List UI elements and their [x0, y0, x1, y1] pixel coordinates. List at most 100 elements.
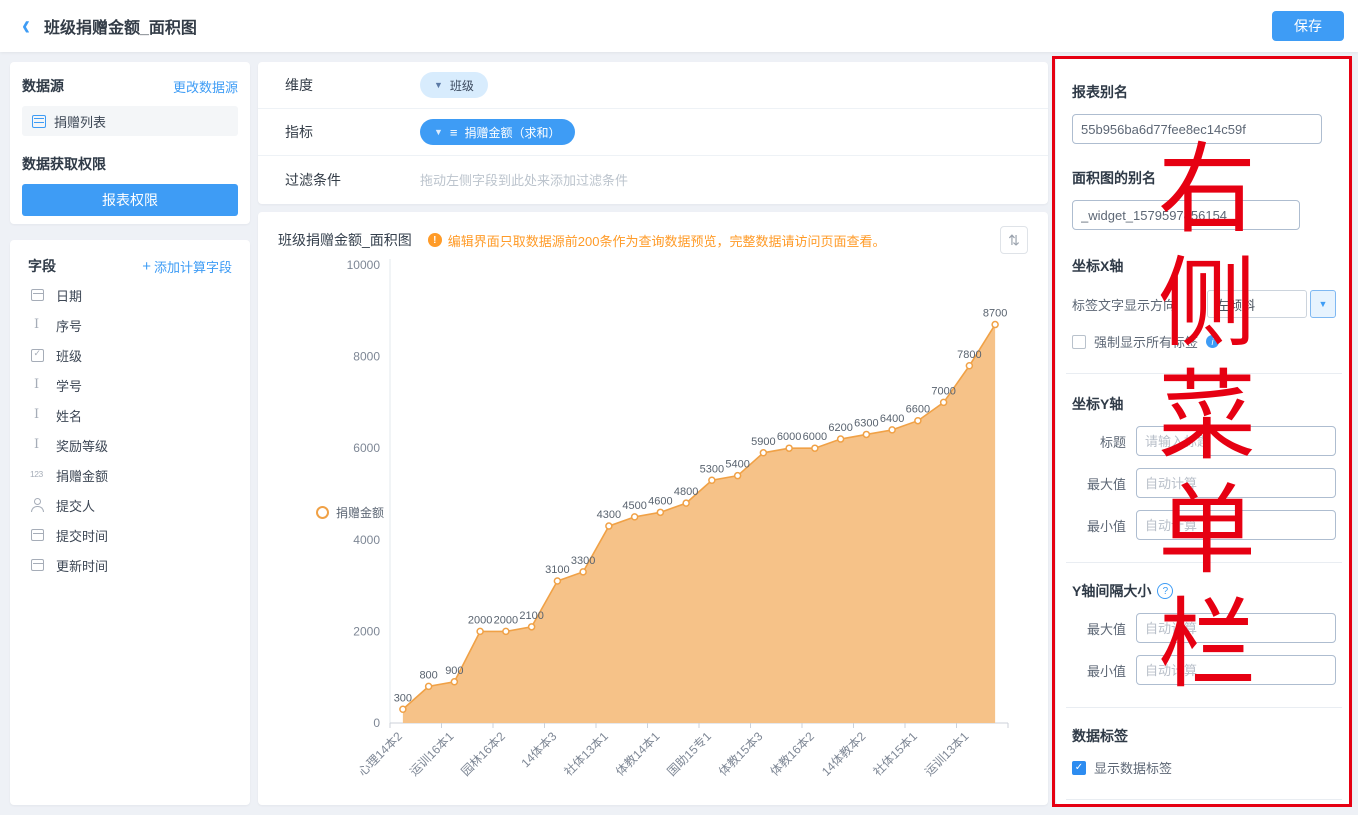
divider: [1066, 373, 1342, 374]
field-item[interactable]: 更新时间: [22, 550, 238, 580]
y-title-label: 标题: [1072, 432, 1126, 451]
field-item[interactable]: 捐赠金额: [22, 460, 238, 490]
x-label-direction-value[interactable]: 左倾斜: [1207, 290, 1307, 318]
interval-min-label: 最小值: [1072, 661, 1126, 680]
field-label: 提交人: [56, 496, 95, 515]
show-data-labels-row: ✓ 显示数据标签: [1072, 758, 1336, 777]
y-max-input[interactable]: [1136, 468, 1336, 498]
svg-text:运训13本1: 运训13本1: [922, 729, 972, 779]
divider: [1066, 799, 1342, 800]
field-item[interactable]: 序号: [22, 310, 238, 340]
y-axis-section-title: 坐标Y轴: [1072, 394, 1336, 414]
add-calc-field-button[interactable]: + 添加计算字段: [142, 257, 232, 276]
legend-item[interactable]: 捐赠金额: [316, 504, 384, 521]
field-icon: [30, 498, 46, 512]
y-min-row: 最小值: [1072, 510, 1336, 540]
field-item[interactable]: 姓名: [22, 400, 238, 430]
force-show-labels-checkbox[interactable]: [1072, 335, 1086, 349]
filter-row: 过滤条件 拖动左侧字段到此处来添加过滤条件: [258, 156, 1048, 203]
field-icon: [30, 438, 46, 452]
show-data-labels-checkbox[interactable]: ✓: [1072, 761, 1086, 775]
field-label: 更新时间: [56, 556, 108, 575]
report-alias-input[interactable]: [1072, 114, 1322, 144]
menu-bars-icon: ≡: [450, 126, 458, 139]
field-label: 序号: [56, 316, 82, 335]
interval-min-row: 最小值: [1072, 655, 1336, 685]
field-label: 日期: [56, 286, 82, 305]
y-min-input[interactable]: [1136, 510, 1336, 540]
svg-text:4300: 4300: [597, 509, 621, 521]
interval-max-row: 最大值: [1072, 613, 1336, 643]
page-title: 班级捐赠金额_面积图: [44, 14, 197, 38]
field-label: 捐赠金额: [56, 466, 108, 485]
field-item[interactable]: 学号: [22, 370, 238, 400]
svg-text:300: 300: [394, 692, 412, 704]
area-alias-input[interactable]: [1072, 200, 1300, 230]
svg-text:5400: 5400: [725, 459, 749, 471]
chart-card: 班级捐赠金额_面积图 ! 编辑界面只取数据源前200条作为查询数据预览，完整数据…: [258, 212, 1048, 805]
field-icon: [30, 378, 46, 392]
field-icon: [30, 558, 46, 572]
svg-text:5300: 5300: [700, 463, 724, 475]
interval-max-input[interactable]: [1136, 613, 1336, 643]
divider: [1066, 707, 1342, 708]
metric-tag[interactable]: ▼ ≡ 捐赠金额（求和）: [420, 119, 575, 145]
svg-text:社体15本1: 社体15本1: [870, 728, 920, 778]
app: ‹ 班级捐赠金额_面积图 保存 数据源 更改数据源 捐赠列表 数据获取权限 报表…: [0, 0, 1358, 815]
area-alias-title: 面积图的别名: [1072, 168, 1336, 188]
svg-text:3100: 3100: [545, 564, 569, 576]
fields-title: 字段: [28, 256, 56, 276]
change-datasource-link[interactable]: 更改数据源: [173, 77, 238, 96]
field-icon: [30, 408, 46, 422]
svg-text:2000: 2000: [468, 614, 492, 626]
svg-text:国助15专1: 国助15专1: [664, 728, 714, 778]
svg-text:2000: 2000: [353, 624, 380, 638]
plus-icon: +: [142, 259, 151, 274]
svg-text:6400: 6400: [880, 413, 904, 425]
x-label-direction-select[interactable]: 左倾斜 ▼: [1207, 290, 1336, 318]
datasource-item[interactable]: 捐赠列表: [22, 106, 238, 136]
svg-text:8700: 8700: [983, 308, 1007, 320]
info-icon: i: [1206, 335, 1219, 348]
x-label-direction-row: 标签文字显示方向 左倾斜 ▼: [1072, 290, 1336, 318]
field-label: 姓名: [56, 406, 82, 425]
y-max-label: 最大值: [1072, 474, 1126, 493]
svg-text:6000: 6000: [803, 431, 827, 443]
filter-label: 过滤条件: [285, 170, 420, 190]
permission-title: 数据获取权限: [22, 154, 238, 174]
datasource-panel: 数据源 更改数据源 捐赠列表 数据获取权限 报表权限: [10, 62, 250, 224]
sort-button[interactable]: ⇅: [1000, 226, 1028, 254]
svg-text:4500: 4500: [622, 500, 646, 512]
report-permission-button[interactable]: 报表权限: [22, 184, 238, 216]
force-labels-row: 强制显示所有标签 i: [1072, 332, 1336, 351]
svg-text:2000: 2000: [494, 614, 518, 626]
field-item[interactable]: 日期: [22, 280, 238, 310]
interval-min-input[interactable]: [1136, 655, 1336, 685]
table-icon: [32, 115, 46, 128]
metric-label: 指标: [285, 122, 420, 142]
back-icon[interactable]: ‹: [22, 12, 30, 41]
field-item[interactable]: 班级: [22, 340, 238, 370]
metric-row: 指标 ▼ ≡ 捐赠金额（求和）: [258, 109, 1048, 156]
select-caret-button[interactable]: ▼: [1310, 290, 1336, 318]
svg-text:14体教本2: 14体教本2: [818, 728, 868, 778]
filter-dropzone[interactable]: 拖动左侧字段到此处来添加过滤条件: [420, 170, 628, 189]
save-button[interactable]: 保存: [1272, 11, 1344, 41]
field-label: 班级: [56, 346, 82, 365]
svg-text:6200: 6200: [828, 422, 852, 434]
dimension-tag[interactable]: ▼ 班级: [420, 72, 488, 98]
y-interval-title-text: Y轴间隔大小: [1072, 581, 1151, 601]
svg-text:6600: 6600: [906, 404, 930, 416]
svg-text:体教16本2: 体教16本2: [767, 728, 817, 778]
field-item[interactable]: 提交人: [22, 490, 238, 520]
field-item[interactable]: 奖励等级: [22, 430, 238, 460]
y-title-input[interactable]: [1136, 426, 1336, 456]
dimension-label: 维度: [285, 75, 420, 95]
svg-text:3300: 3300: [571, 555, 595, 567]
field-item[interactable]: 提交时间: [22, 520, 238, 550]
y-max-row: 最大值: [1072, 468, 1336, 498]
settings-panel: 报表别名 面积图的别名 坐标X轴 标签文字显示方向 左倾斜 ▼ 强制显示所有标签…: [1056, 58, 1352, 805]
warning-text: 编辑界面只取数据源前200条作为查询数据预览，完整数据请访问页面查看。: [448, 231, 886, 250]
config-card: 维度 ▼ 班级 指标 ▼ ≡ 捐赠金额（求和） 过滤条件 拖动左侧字段到此处来添…: [258, 62, 1048, 204]
area-chart-svg[interactable]: 0200040006000800010000心理14本2运训16本1园林16本2…: [278, 256, 1028, 796]
